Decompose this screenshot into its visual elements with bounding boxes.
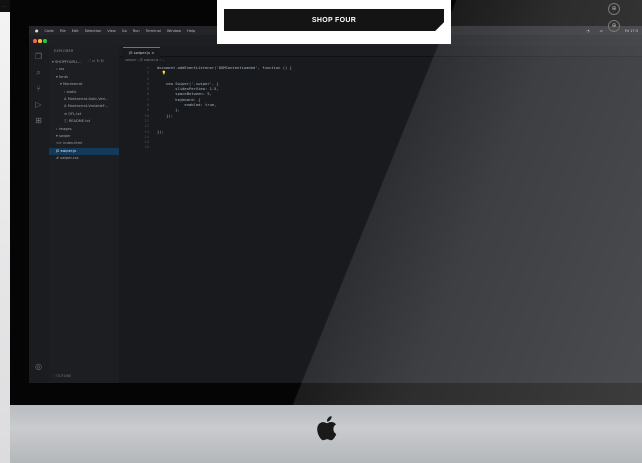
menu-item-code[interactable]: Code [45, 29, 54, 33]
menu-item-help[interactable]: Help [187, 29, 195, 33]
code-text: }); [157, 128, 164, 134]
editor-area: JS swiper.js × swiper › JS swiper.js › …… [119, 46, 642, 383]
battery-icon[interactable]: ▭ [600, 29, 603, 33]
file-tree-item[interactable]: ▾ swiper [49, 133, 119, 140]
share-icon[interactable]: ⊕ [608, 3, 620, 15]
file-tree-item[interactable]: ▾ Montserrat [49, 81, 119, 88]
file-tree-item[interactable]: ▾ SHOPFOUR-L… [49, 59, 119, 66]
run-debug-icon[interactable]: ▷ [34, 100, 43, 109]
close-window-icon[interactable] [33, 39, 37, 43]
files-icon[interactable]: ❐ [34, 52, 43, 61]
file-tree-item[interactable]: › images [49, 126, 119, 133]
menu-item-window[interactable]: Window [167, 29, 181, 33]
like-icon[interactable]: ⊕ [608, 20, 620, 32]
file-tree-item[interactable]: A Montserrat-Italic-Vari… [49, 96, 119, 103]
line-number: 16 [144, 144, 149, 150]
menu-item-selection[interactable]: Selection [85, 29, 102, 33]
screen: ● Code File Edit Selection View Go Run T… [29, 26, 642, 383]
minimize-window-icon[interactable] [38, 39, 42, 43]
file-tree: ▾ SHOPFOUR-L… › css ▾ fonts ▾ Montserrat › s… [49, 59, 119, 162]
wifi-icon[interactable]: ◔ [587, 29, 590, 33]
file-tree-item[interactable]: # swiper.css [49, 155, 119, 162]
tab-swiper-js[interactable]: JS swiper.js × [123, 47, 161, 57]
menu-item-run[interactable]: Run [133, 29, 140, 33]
account-icon[interactable]: ◎ [34, 362, 43, 371]
file-tree-item[interactable]: ▾ fonts [49, 74, 119, 81]
search-icon[interactable]: ⌕ [34, 68, 43, 77]
menu-item-terminal[interactable]: Terminal [146, 29, 161, 33]
clock-text[interactable]: Fri 17:3 [625, 29, 638, 33]
menu-item-go[interactable]: Go [122, 29, 127, 33]
code-text: document.addEventListener('DOMContentLoa… [157, 65, 292, 70]
code-editor[interactable]: 1 document.addEventListener('DOMContentLo… [119, 65, 642, 150]
outline-section[interactable]: › OUTLINE [54, 374, 71, 378]
zoom-window-icon[interactable] [43, 39, 47, 43]
apple-logo-icon [317, 416, 337, 441]
apple-menu-icon[interactable]: ● [35, 28, 39, 33]
shop-four-button[interactable]: SHOP FOUR [224, 9, 444, 31]
code-text: 💡 [157, 70, 167, 76]
file-tree-item[interactable]: ⓘ README.txt [49, 118, 119, 125]
activity-bar: ❐ ⌕ ⑂ ▷ ⊞ ◎ [29, 46, 50, 383]
menu-item-edit[interactable]: Edit [72, 29, 79, 33]
file-tree-item[interactable]: A Montserrat-VariableF… [49, 103, 119, 110]
source-control-icon[interactable]: ⑂ [34, 84, 43, 93]
explorer-heading: EXPLORER [54, 49, 74, 53]
file-tree-item[interactable]: › static [49, 89, 119, 96]
code-line[interactable]: 16 [119, 144, 642, 149]
menu-item-file[interactable]: File [60, 29, 66, 33]
file-tree-item[interactable]: <> index.html [49, 140, 119, 147]
file-tree-item[interactable]: ≡ OFL.txt [49, 111, 119, 118]
explorer-sidebar: EXPLORER 🗋 ▭ ↻ ⊟ ▾ SHOPFOUR-L… › css ▾ fon… [49, 46, 120, 383]
code-text: }); [157, 112, 174, 118]
imac-device: ● Code File Edit Selection View Go Run T… [10, 0, 642, 463]
extensions-icon[interactable]: ⊞ [34, 116, 43, 125]
file-tree-item[interactable]: › css [49, 66, 119, 73]
breadcrumb[interactable]: swiper › JS swiper.js › … [125, 58, 165, 62]
menu-item-view[interactable]: View [107, 29, 116, 33]
file-tree-item[interactable]: JS swiper.js [49, 147, 119, 156]
editor-tab-bar: JS swiper.js × [119, 46, 642, 57]
